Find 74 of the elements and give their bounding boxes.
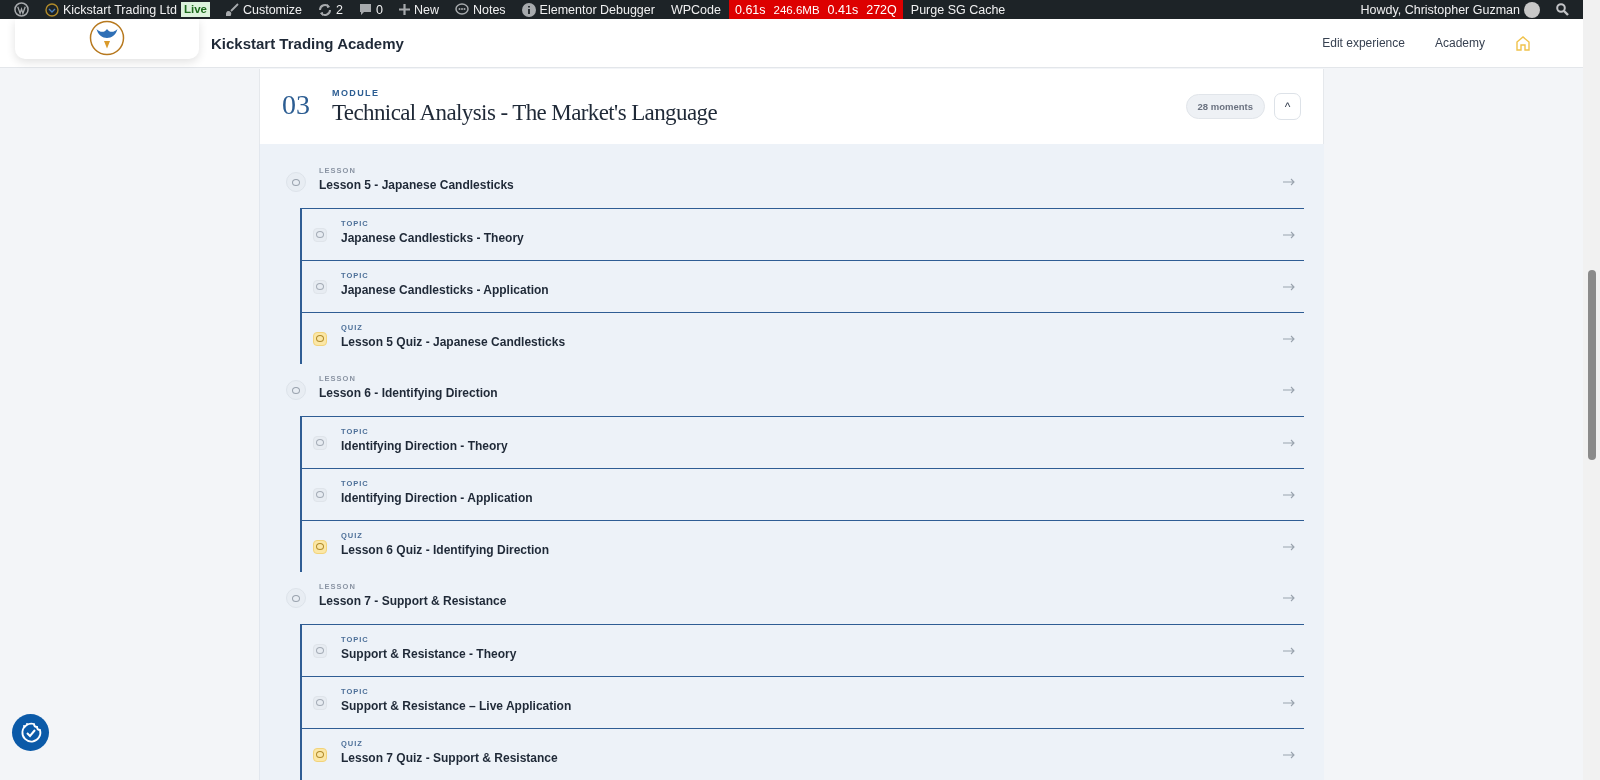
greeting-link[interactable]: Howdy, Christopher Guzman [1360, 2, 1520, 17]
arrow-right-icon[interactable] [1283, 750, 1296, 759]
item-title[interactable]: Japanese Candlesticks - Application [341, 282, 1283, 297]
status-icon [313, 487, 327, 502]
status-icon [313, 227, 327, 242]
item-title[interactable]: Lesson 5 Quiz - Japanese Candlesticks [341, 334, 1283, 349]
item-title[interactable]: Lesson 7 Quiz - Support & Resistance [341, 750, 1283, 765]
speech-bubble-icon [454, 3, 469, 16]
query-stat: 0.61s [735, 2, 766, 17]
module-title: Technical Analysis - The Market's Language [332, 99, 718, 126]
query-stat: 272Q [866, 2, 897, 17]
arrow-right-icon[interactable] [1283, 438, 1296, 447]
scrollbar[interactable] [1583, 0, 1600, 780]
cookie-consent-button[interactable] [12, 714, 49, 751]
site-logo-icon [45, 2, 59, 17]
status-circle-icon [286, 588, 306, 608]
item-title[interactable]: Identifying Direction - Application [341, 490, 1283, 505]
moments-badge: 28 moments [1185, 94, 1265, 119]
arrow-right-icon[interactable] [1283, 178, 1296, 186]
site-name-link[interactable]: Kickstart Trading Ltd [63, 2, 177, 17]
module-number: 03 [282, 88, 311, 121]
home-icon[interactable] [1515, 35, 1531, 51]
search-icon[interactable] [1556, 3, 1569, 16]
item-title[interactable]: Lesson 6 Quiz - Identifying Direction [341, 542, 1283, 557]
purge-cache-link[interactable]: Purge SG Cache [910, 2, 1006, 17]
customize-link[interactable]: Customize [242, 2, 302, 17]
status-icon [313, 695, 327, 710]
arrow-right-icon[interactable] [1283, 594, 1296, 602]
brush-icon [225, 3, 239, 16]
arrow-right-icon[interactable] [1283, 646, 1296, 655]
phoenix-logo-icon [89, 20, 125, 56]
live-badge: Live [180, 2, 210, 17]
item-title[interactable]: Support & Resistance - Theory [341, 646, 1283, 661]
status-icon [313, 435, 327, 450]
item-title[interactable]: Lesson 6 - Identifying Direction [319, 386, 1283, 400]
refresh-icon [318, 2, 332, 17]
arrow-right-icon[interactable] [1283, 490, 1296, 499]
plus-icon [398, 4, 410, 15]
arrow-right-icon[interactable] [1283, 230, 1296, 239]
logo-card[interactable] [15, 19, 199, 59]
avatar-icon[interactable] [1524, 1, 1540, 18]
item-title[interactable]: Lesson 7 - Support & Resistance [319, 594, 1283, 608]
status-icon [313, 331, 327, 346]
item-title[interactable]: Lesson 5 - Japanese Candlesticks [319, 178, 1283, 192]
query-monitor-panel[interactable]: 0.61s 246.6MB 0.41s 272Q [729, 0, 903, 19]
status-circle-icon [286, 172, 306, 192]
query-stat: 246.6MB [773, 3, 820, 16]
arrow-right-icon[interactable] [1283, 542, 1296, 551]
module-label: MODULE [332, 87, 381, 98]
item-title[interactable]: Support & Resistance – Live Application [341, 698, 1283, 713]
notes-link[interactable]: Notes [472, 2, 506, 17]
status-icon [313, 539, 327, 554]
updates-count[interactable]: 2 [336, 2, 343, 17]
status-icon [313, 279, 327, 294]
arrow-right-icon[interactable] [1283, 698, 1296, 707]
nav-link[interactable]: Academy [1434, 36, 1485, 50]
query-stat: 0.41s [827, 2, 859, 17]
new-link[interactable]: New [413, 2, 439, 17]
debugger-link[interactable]: Elementor Debugger [539, 2, 655, 17]
arrow-right-icon[interactable] [1283, 334, 1296, 343]
comments-count[interactable]: 0 [375, 2, 383, 17]
arrow-right-icon[interactable] [1283, 282, 1296, 291]
wordpress-logo-icon[interactable] [14, 2, 29, 17]
wpcode-link[interactable]: WPCode [670, 2, 721, 17]
status-icon [313, 747, 327, 762]
nav-link[interactable]: Edit experience [1322, 36, 1405, 50]
item-title[interactable]: Identifying Direction - Theory [341, 438, 1283, 453]
status-circle-icon [286, 380, 306, 400]
comment-icon [358, 3, 372, 16]
collapse-button[interactable]: ^ [1274, 93, 1301, 120]
academy-title[interactable]: Kickstart Trading Academy [211, 34, 404, 52]
arrow-right-icon[interactable] [1283, 386, 1296, 394]
item-title[interactable]: Japanese Candlesticks - Theory [341, 230, 1283, 245]
status-icon [313, 643, 327, 658]
